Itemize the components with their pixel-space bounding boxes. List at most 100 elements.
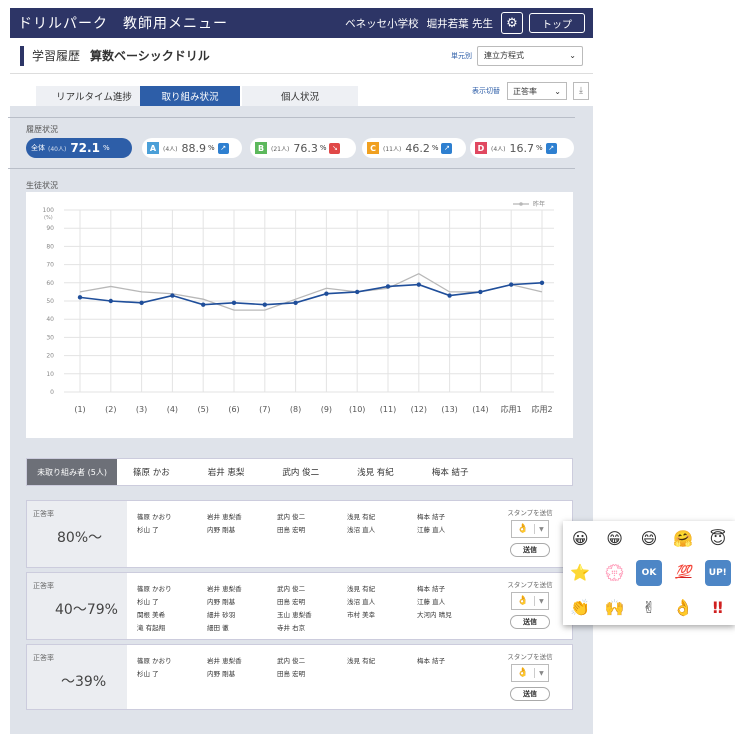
unit-select[interactable]: 連立方程式 ⌄	[477, 45, 583, 66]
student-tab-name[interactable]: 篠原 かお	[133, 466, 170, 478]
stamp-select[interactable]: 👌 ▼	[511, 664, 549, 682]
band-label: 正答率	[33, 510, 54, 518]
tab-not-started[interactable]: 未取り組み者 (5人)	[27, 459, 117, 485]
stamp-label: スタンプを送信	[507, 581, 553, 589]
send-button[interactable]: 送信	[510, 687, 550, 701]
top-button[interactable]: トップ	[529, 13, 585, 33]
x-tick-label: (9)	[321, 405, 332, 414]
teacher-name: 堀井若葉 先生	[426, 17, 493, 30]
send-button[interactable]: 送信	[510, 615, 550, 629]
send-button[interactable]: 送信	[510, 543, 550, 557]
group-pill-c[interactable]: C (11人) 46.2 % ↗	[362, 138, 466, 158]
double-exclamation-icon[interactable]: ‼	[705, 595, 731, 621]
group-pill-a[interactable]: A (4人) 88.9 % ↗	[142, 138, 242, 158]
student-name	[417, 668, 497, 678]
stamp-panel: スタンプを送信 👌 ▼ 送信	[500, 507, 560, 557]
stamp-select[interactable]: 👌 ▼	[511, 520, 549, 538]
student-name: 滝 有起翔	[137, 624, 166, 632]
x-tick-label: (13)	[441, 405, 457, 414]
stamp-selected: 👌	[512, 524, 535, 534]
beaming-face-icon[interactable]: 😁	[602, 525, 628, 551]
raising-hands-icon[interactable]: 🙌	[602, 595, 628, 621]
stamp-select[interactable]: 👌 ▼	[511, 592, 549, 610]
group-count: (21人)	[271, 145, 290, 153]
smiling-halo-icon[interactable]: 😇	[705, 525, 731, 551]
download-icon[interactable]: ⤓	[573, 82, 589, 100]
tab-progress[interactable]: 取り組み状況	[140, 86, 240, 106]
chevron-down-icon: ⌄	[554, 86, 561, 96]
header-accent-bar	[20, 45, 24, 66]
y-tick-label: 80	[46, 243, 54, 250]
x-tick-label: (6)	[228, 405, 239, 414]
student-tab-name[interactable]: 岩井 恵梨	[208, 466, 245, 478]
score-band-mid: 正答率 40〜79% 篠原 かおり 岩井 恵梨香 武内 俊二 浅見 有紀 梅本 結子 杉山…	[26, 572, 573, 640]
group-pill-d[interactable]: D (4人) 16.7 % ↗	[470, 138, 574, 158]
y-tick-label: 70	[46, 262, 54, 269]
victory-hand-icon[interactable]: ✌	[636, 595, 662, 621]
group-badge: B	[255, 142, 267, 154]
student-name: 田島 宏明	[277, 670, 306, 678]
y-tick-label: 0	[50, 389, 54, 396]
group-pill-total[interactable]: 全体 (40人) 72.1 %	[26, 138, 132, 158]
student-name: 梅本 結子	[417, 513, 446, 521]
legend-label: 昨年	[533, 200, 545, 208]
school-name: ベネッセ小学校	[345, 17, 419, 30]
student-name: 篠原 かおり	[137, 657, 172, 665]
student-tab-name[interactable]: 武内 俊二	[282, 466, 319, 478]
grin-face-icon[interactable]: 😄	[636, 525, 662, 551]
tab-individual[interactable]: 個人状況	[242, 86, 358, 106]
student-name: 浅見 有紀	[347, 657, 376, 665]
line-chart: 1009080706050403020100(%)(1) (2) (3) (4) (5)…	[43, 200, 554, 414]
history-section-title: 履歴状況	[26, 125, 58, 134]
student-name: 細田 徹	[207, 624, 229, 632]
student-tab-name[interactable]: 浅見 有紀	[357, 466, 394, 478]
x-tick-label: (4)	[167, 405, 178, 414]
ok-icon[interactable]: OK	[635, 559, 662, 586]
gear-icon[interactable]: ⚙	[501, 12, 523, 34]
unit-label: 単元別	[451, 51, 472, 60]
student-tab-name[interactable]: 梅本 結子	[432, 466, 469, 478]
group-pill-b[interactable]: B (21人) 76.3 % ↘	[250, 138, 356, 158]
student-name: 杉山 了	[137, 670, 159, 678]
ok-hand-icon[interactable]: 👌	[670, 595, 696, 621]
student-name: 杉山 了	[137, 598, 159, 606]
student-name: 玉山 恵梨香	[277, 611, 312, 619]
display-select[interactable]: 正答率 ⌄	[507, 82, 567, 100]
grinning-face-icon[interactable]: 😀	[567, 525, 593, 551]
data-point	[77, 295, 83, 300]
white-flower-icon[interactable]: 💮	[602, 560, 628, 586]
data-point	[139, 300, 144, 306]
student-name: 梅本 結子	[417, 657, 446, 665]
arrow-icon: ↘	[329, 142, 341, 154]
star-icon[interactable]: ⭐	[567, 560, 593, 586]
x-tick-label: (5)	[198, 405, 209, 414]
y-tick-label: 100	[43, 207, 55, 214]
student-name	[347, 622, 417, 632]
clapping-hands-icon[interactable]: 👏	[567, 595, 593, 621]
score-band-high: 正答率 80%〜 篠原 かおり 岩井 恵梨香 武内 俊二 浅見 有紀 梅本 結子 杉山 了…	[26, 500, 573, 568]
data-point	[355, 289, 360, 295]
top-bar: ドリルパーク 教師用メニュー ベネッセ小学校 堀井若葉 先生 ⚙ トップ	[10, 8, 593, 38]
data-point	[447, 293, 452, 298]
x-tick-label: (12)	[411, 405, 427, 414]
y-tick-label: 10	[46, 371, 54, 378]
data-point	[509, 282, 514, 287]
group-unit: %	[431, 144, 439, 152]
line-chart-card: 100 90 80 70 60 50 40 30 20 10 0 (%) (1) (2) (3) (4) (5)…	[26, 192, 573, 438]
group-count: (11人)	[383, 145, 402, 153]
data-point	[108, 298, 114, 304]
student-name: 篠原 かおり	[137, 513, 172, 521]
student-name: 武内 俊二	[277, 513, 306, 521]
arrow-icon: ↗	[217, 142, 229, 154]
hundred-points-icon[interactable]: 💯	[670, 560, 696, 586]
student-name: 内野 剛基	[207, 670, 236, 678]
chevron-down-icon: ▼	[539, 525, 544, 533]
student-name: 内野 剛基	[207, 526, 236, 534]
hugging-face-icon[interactable]: 🤗	[670, 525, 696, 551]
x-tick-label: 応用2	[531, 404, 552, 414]
up-icon[interactable]: UP!	[704, 559, 731, 586]
tab-realtime[interactable]: リアルタイム進捗	[36, 86, 152, 106]
divider	[8, 117, 575, 118]
y-tick-label: 20	[46, 353, 54, 360]
data-point	[293, 300, 298, 306]
